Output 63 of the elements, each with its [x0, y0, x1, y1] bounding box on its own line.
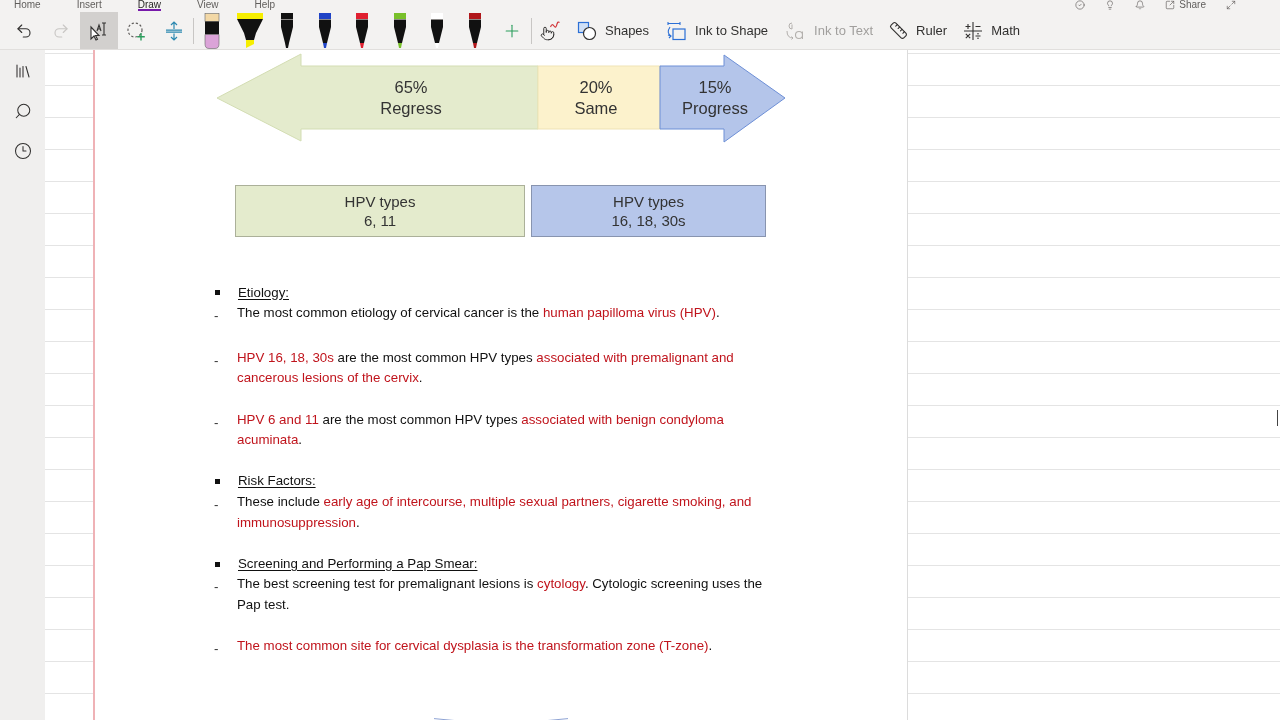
- note-text: The most common site for cervical dysplasia is the transformation zone (T-zone).: [237, 637, 714, 656]
- math-button[interactable]: Math: [960, 15, 1024, 46]
- note-text: The most common etiology of cervical cancer is the human papilloma virus (HPV).: [237, 304, 721, 323]
- dash-marker: -: [214, 496, 219, 512]
- note-text: HPV 6 and 11 are the most common HPV types associated with benign condyloma acuminata.: [237, 410, 725, 450]
- ink-to-shape-button[interactable]: Ink to Shape: [662, 15, 772, 46]
- panel-value: 16, 18, 30s: [611, 211, 686, 230]
- square-circle-icon: [577, 20, 597, 41]
- clock-icon: [13, 142, 32, 160]
- type-select-button[interactable]: [80, 12, 118, 49]
- pen-icon: [355, 12, 370, 49]
- pen-icon: [280, 12, 295, 49]
- hand-squiggle-icon: [540, 20, 560, 41]
- percent-label: 65%: [394, 78, 428, 96]
- check-circle-icon[interactable]: [1075, 0, 1086, 10]
- ribbon-tab[interactable]: Help: [254, 0, 276, 11]
- section-heading: Etiology:: [238, 283, 289, 302]
- cursor-text-icon: [88, 20, 109, 41]
- vertical-arrows-icon: [163, 20, 184, 41]
- percent-label: 20%: [579, 78, 613, 96]
- outcome-label: Same: [574, 99, 618, 117]
- square-arrow-icon: [665, 20, 688, 41]
- section-heading: Screening and Performing a Pap Smear:: [238, 554, 478, 573]
- dash-marker: -: [214, 414, 219, 430]
- ribbon-tab[interactable]: Home: [14, 0, 41, 11]
- pen-icon: [430, 12, 445, 49]
- bullet-icon: [215, 561, 220, 567]
- bullet-icon: [215, 479, 220, 485]
- note-text: HPV 16, 18, 30s are the most common HPV types associated with premalignant and cancerous lesions of the cervix.: [237, 348, 735, 388]
- recent-button[interactable]: [12, 141, 33, 161]
- dash-marker: -: [214, 352, 219, 368]
- note-text: The best screening test for premalignant lesions is cytology. Cytologic screening uses the Pap test.: [237, 575, 764, 614]
- dash-marker: -: [214, 308, 219, 324]
- pen-icon: [317, 12, 332, 49]
- bullet-icon: [215, 290, 220, 296]
- outcome-label: Regress: [380, 99, 442, 117]
- panel-title: HPV types: [613, 192, 684, 211]
- panel-title: HPV types: [344, 192, 416, 211]
- panel-value: 6, 11: [363, 211, 397, 230]
- ribbon-tab[interactable]: Draw: [137, 0, 162, 11]
- ribbon-tab[interactable]: Insert: [76, 0, 102, 11]
- shapes-button[interactable]: Shapes: [574, 15, 653, 46]
- scrollbar-thumb[interactable]: [1276, 410, 1278, 426]
- outcome-label: Progress: [682, 99, 748, 117]
- pen-icon: [467, 12, 482, 49]
- ruler-icon: [889, 21, 909, 40]
- highlighter-icon: [236, 12, 263, 49]
- pen-icon: [392, 12, 407, 49]
- share-icon: [1165, 0, 1176, 10]
- ribbon-tab[interactable]: View: [197, 0, 219, 11]
- dash-marker: -: [214, 579, 219, 595]
- search-icon: [13, 102, 32, 120]
- expand-icon[interactable]: [1226, 0, 1236, 10]
- dashed-circle-plus-icon: [126, 20, 147, 41]
- math-symbols-icon: [963, 20, 984, 41]
- ruler-button[interactable]: Ruler: [886, 15, 951, 46]
- share-button[interactable]: Share: [1165, 0, 1206, 10]
- note-text: These include early age of intercourse, multiple sexual partners, cigarette smoking, and immunosuppression.: [237, 492, 753, 532]
- percent-label: 15%: [698, 78, 732, 96]
- dash-marker: -: [214, 641, 219, 657]
- books-icon: [13, 62, 32, 80]
- eraser-icon: [204, 12, 221, 49]
- section-heading: Risk Factors:: [238, 472, 316, 491]
